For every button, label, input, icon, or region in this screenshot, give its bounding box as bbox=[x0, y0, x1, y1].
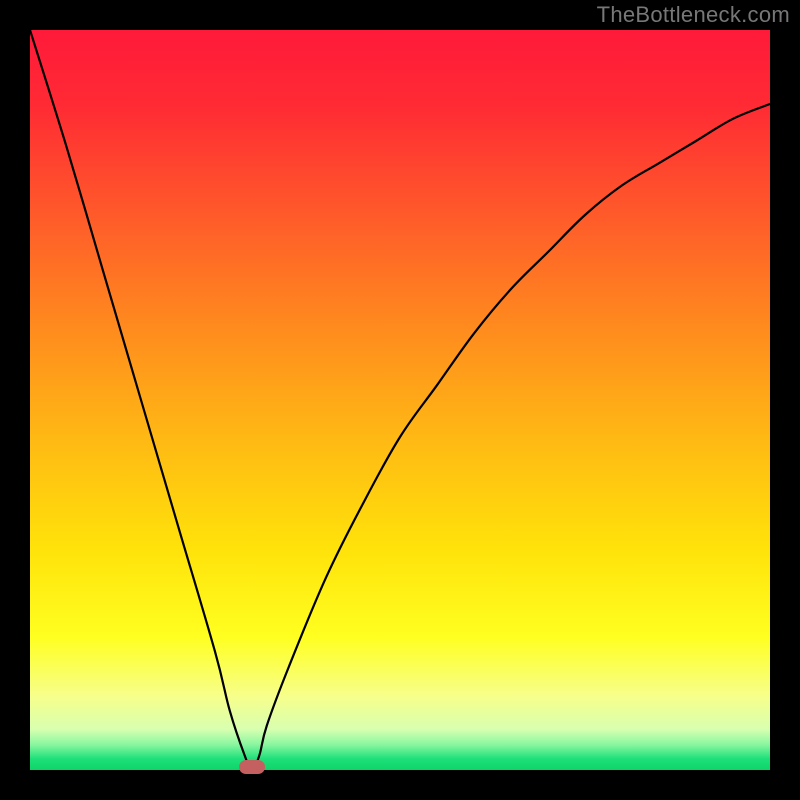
chart-stage: TheBottleneck.com bbox=[0, 0, 800, 800]
bottleneck-chart bbox=[30, 30, 770, 770]
watermark-text: TheBottleneck.com bbox=[597, 2, 790, 28]
minimum-marker bbox=[239, 760, 265, 774]
